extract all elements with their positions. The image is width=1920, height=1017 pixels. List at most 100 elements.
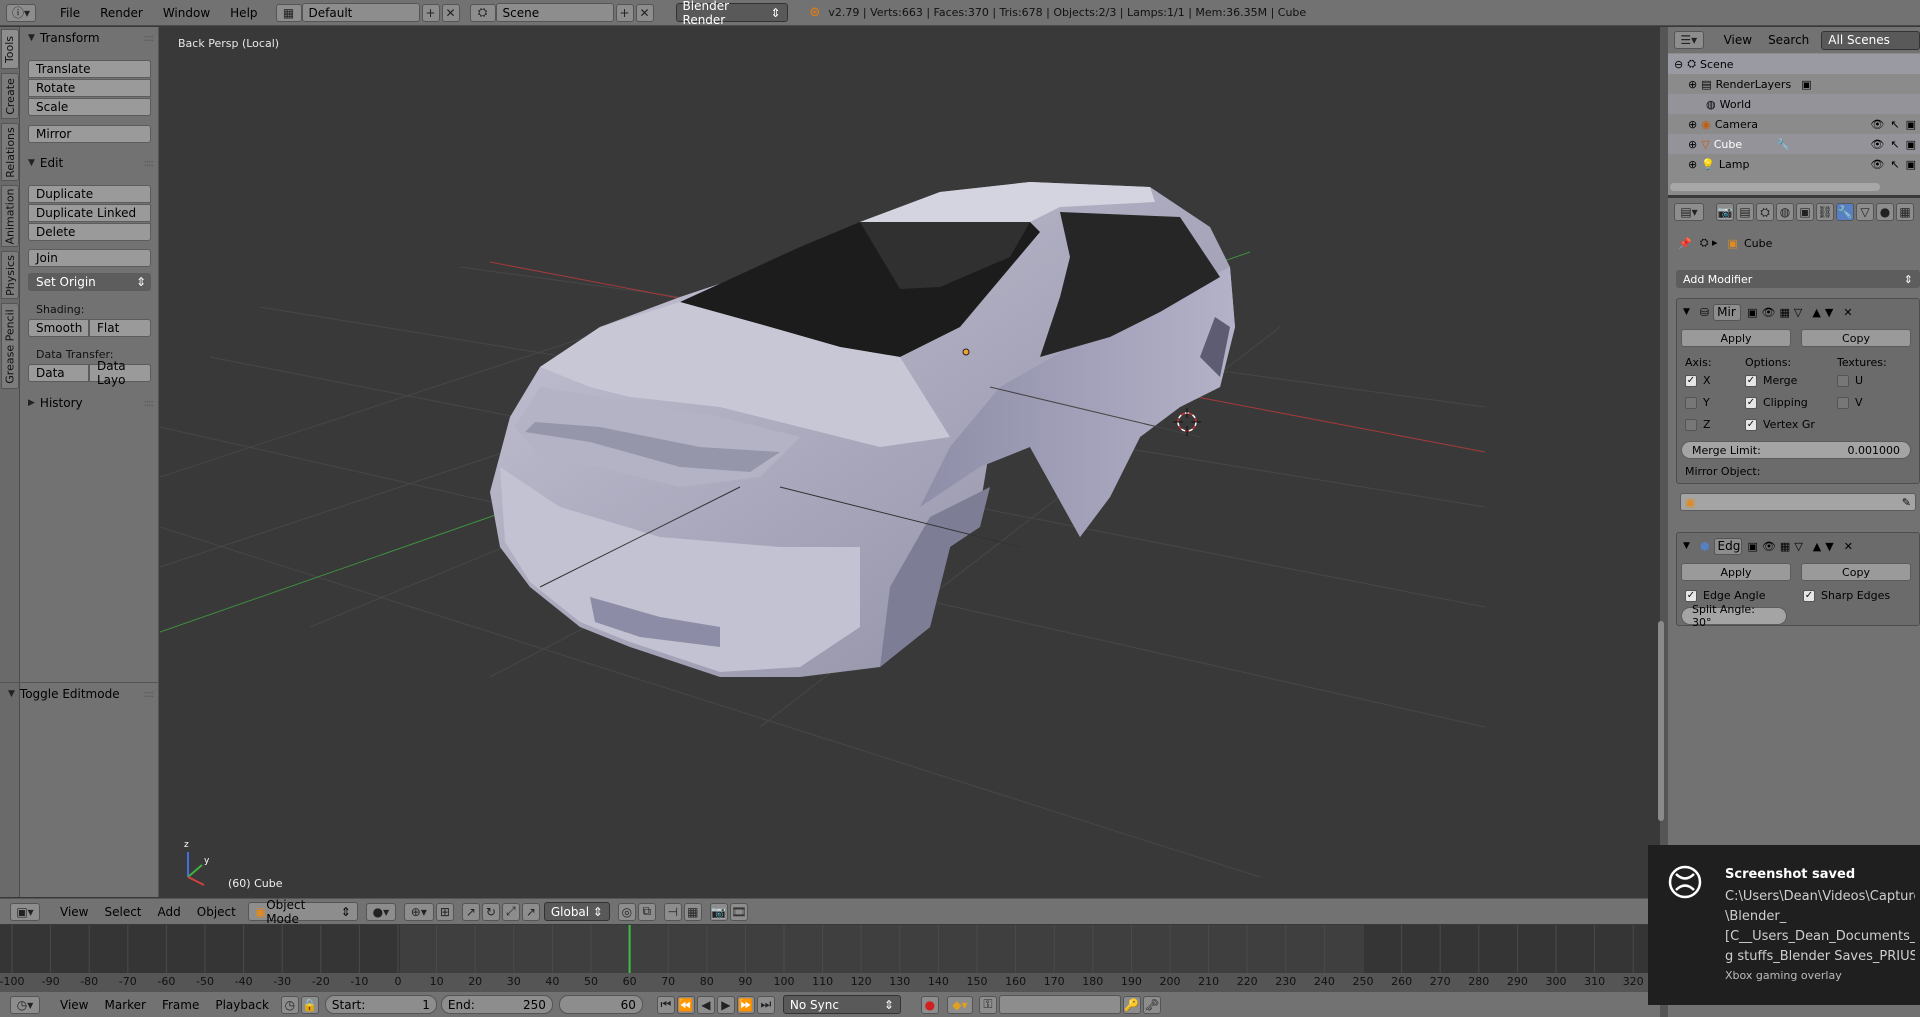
outliner-row-scene[interactable]: ⊖ ⛭ Scene: [1668, 54, 1920, 74]
set-origin-dropdown[interactable]: Set Origin ⇕: [28, 273, 151, 291]
menu-playback[interactable]: Playback: [207, 998, 277, 1012]
record-icon[interactable]: ●: [920, 995, 939, 1014]
texture-tab-icon[interactable]: ▦: [1896, 203, 1914, 221]
join-button[interactable]: Join: [28, 249, 151, 267]
cage-icon[interactable]: ▦: [1780, 306, 1790, 319]
outliner-row-lamp[interactable]: ⊕ 💡 Lamp 👁 ↖ ▣: [1668, 154, 1920, 174]
add-layout-button[interactable]: +: [421, 3, 440, 22]
pin-icon[interactable]: 📌: [1678, 237, 1692, 250]
mirror-object-field[interactable]: ▣ ✎: [1680, 493, 1916, 511]
data-tab-icon[interactable]: ▽: [1856, 203, 1874, 221]
collapse-triangle-icon[interactable]: ▼: [1683, 541, 1690, 551]
expand-icon[interactable]: ⊕: [1688, 158, 1697, 171]
history-panel-header[interactable]: ▶ History ::::: [20, 393, 159, 413]
grip-icon[interactable]: ::::: [144, 33, 155, 44]
axis-x-checkbox[interactable]: ✓ X: [1685, 374, 1711, 387]
lock-icon[interactable]: 🔒: [300, 995, 319, 1014]
scene-tab-icon[interactable]: ⛭: [1756, 203, 1774, 221]
grip-icon[interactable]: ::::: [144, 398, 155, 409]
split-angle-field[interactable]: Split Angle: 30°: [1681, 603, 1787, 629]
menu-frame[interactable]: Frame: [154, 998, 207, 1012]
play-reverse-icon[interactable]: ◀: [696, 995, 715, 1014]
menu-search[interactable]: Search: [1760, 33, 1817, 47]
layout-selector[interactable]: Default: [301, 3, 420, 22]
menu-file[interactable]: File: [50, 6, 90, 20]
insert-keyframe-icon[interactable]: 🔑: [1122, 995, 1141, 1014]
data-layout-button[interactable]: Data Layo: [89, 359, 151, 387]
edge-split-modifier-header[interactable]: ▼ ⬢ Edg ▣ 👁 ▦ ▽ ▲ ▼ ✕: [1677, 535, 1920, 557]
render-camera-icon[interactable]: ▣: [1906, 118, 1916, 131]
menu-add[interactable]: Add: [150, 905, 189, 919]
menu-marker[interactable]: Marker: [96, 998, 153, 1012]
add-scene-button[interactable]: +: [615, 3, 634, 22]
scale-button[interactable]: Scale: [28, 98, 151, 116]
grip-icon[interactable]: ::::: [144, 158, 155, 169]
current-frame-field[interactable]: 60: [558, 995, 643, 1014]
tab-relations[interactable]: Relations: [1, 123, 19, 181]
translate-manipulator-icon[interactable]: ↗: [461, 902, 480, 921]
grid-icon[interactable]: ▦: [683, 902, 702, 921]
mode-selector[interactable]: ▣ Object Mode ⇕: [247, 898, 358, 926]
edit-panel-header[interactable]: ▼ Edit ::::: [20, 153, 159, 173]
operator-panel-header[interactable]: ▼ Toggle Editmode ::::: [0, 684, 159, 704]
outliner-row-world[interactable]: ◍ World: [1668, 94, 1920, 114]
editor-type-button[interactable]: ☰▾: [1674, 31, 1704, 49]
menu-render[interactable]: Render: [90, 6, 153, 20]
menu-object[interactable]: Object: [189, 905, 244, 919]
scene-selector[interactable]: Scene: [495, 3, 614, 22]
edge-split-modifier-name[interactable]: Edg: [1713, 537, 1742, 555]
mirror-copy-button[interactable]: Copy: [1801, 329, 1911, 347]
select-arrow-icon[interactable]: ↖: [1890, 118, 1899, 131]
remove-scene-button[interactable]: ✕: [635, 3, 654, 22]
edge-split-copy-button[interactable]: Copy: [1801, 563, 1911, 581]
select-arrow-icon[interactable]: ↖: [1890, 138, 1899, 151]
expand-icon[interactable]: ⊕: [1688, 118, 1697, 131]
close-icon[interactable]: ✕: [1844, 540, 1853, 553]
3d-viewport[interactable]: z y Back Persp (Local) (60) Cube: [160, 27, 1485, 897]
delete-button[interactable]: Delete: [28, 223, 151, 241]
layout-icon[interactable]: ▦: [275, 3, 302, 22]
realtime-icon[interactable]: ▣: [1748, 540, 1758, 553]
play-icon[interactable]: ▶: [716, 995, 735, 1014]
timeline[interactable]: -100 -90 -80 -70 -60 -50 -40 -30 -20 -10 0 10 20 30 40…: [0, 925, 1660, 991]
material-tab-icon[interactable]: ●: [1876, 203, 1894, 221]
render-engine-selector[interactable]: Blender Render ⇕: [675, 0, 788, 27]
on-cage-icon[interactable]: ▽: [1794, 540, 1802, 553]
delete-keyframe-icon[interactable]: 🗝: [1142, 995, 1161, 1014]
merge-limit-field[interactable]: Merge Limit: 0.001000: [1681, 441, 1911, 459]
orientation-selector[interactable]: Global ⇕: [543, 902, 610, 921]
preview-range-icon[interactable]: ◷: [280, 995, 299, 1014]
sync-selector[interactable]: No Sync ⇕: [782, 995, 901, 1014]
tab-tools[interactable]: Tools: [1, 29, 19, 69]
move-down-icon[interactable]: ▼: [1825, 540, 1833, 553]
object-tab-icon[interactable]: ▣: [1796, 203, 1814, 221]
data-transfer-button[interactable]: Data: [28, 364, 89, 382]
close-icon[interactable]: ✕: [1843, 306, 1852, 319]
visibility-eye-icon[interactable]: 👁: [1870, 118, 1884, 131]
texture-u-checkbox[interactable]: U: [1837, 374, 1863, 387]
jump-end-icon[interactable]: ⏭: [756, 995, 775, 1014]
viewport-shading-button[interactable]: ●▾: [365, 902, 396, 921]
scale-manipulator-icon[interactable]: ⤢: [501, 902, 520, 921]
axis-z-checkbox[interactable]: Z: [1685, 418, 1711, 431]
snap-icon[interactable]: ⧉: [637, 902, 656, 921]
axis-y-checkbox[interactable]: Y: [1685, 396, 1710, 409]
translate-button[interactable]: Translate: [28, 60, 151, 78]
mirror-modifier-header[interactable]: ▼ ⛁ Mir ▣ 👁 ▦ ▽ ▲ ▼ ✕: [1677, 301, 1920, 323]
render-tab-icon[interactable]: 📷: [1716, 203, 1734, 221]
keying-set-icon[interactable]: ◆▾: [946, 995, 973, 1014]
remove-layout-button[interactable]: ✕: [441, 3, 460, 22]
constraints-tab-icon[interactable]: ⛓: [1816, 203, 1834, 221]
transform-panel-header[interactable]: ▼ Transform ::::: [20, 28, 159, 48]
outliner-row-camera[interactable]: ⊕ ◉ Camera 👁 ↖ ▣: [1668, 114, 1920, 134]
timeline-ruler[interactable]: -100 -90 -80 -70 -60 -50 -40 -30 -20 -10 0 10 20 30 40…: [0, 973, 1660, 991]
tab-grease-pencil[interactable]: Grease Pencil: [1, 303, 19, 389]
visibility-eye-icon[interactable]: 👁: [1870, 138, 1884, 151]
grip-icon[interactable]: ::::: [144, 689, 155, 700]
editmode-icon[interactable]: 👁: [1762, 540, 1776, 553]
manipulator-toggle[interactable]: ⊞: [435, 902, 454, 921]
properties-scrollbar[interactable]: [1658, 621, 1664, 821]
edge-angle-checkbox[interactable]: ✓ Edge Angle: [1685, 589, 1765, 602]
world-tab-icon[interactable]: ◍: [1776, 203, 1794, 221]
sharp-edges-checkbox[interactable]: ✓ Sharp Edges: [1803, 589, 1890, 602]
